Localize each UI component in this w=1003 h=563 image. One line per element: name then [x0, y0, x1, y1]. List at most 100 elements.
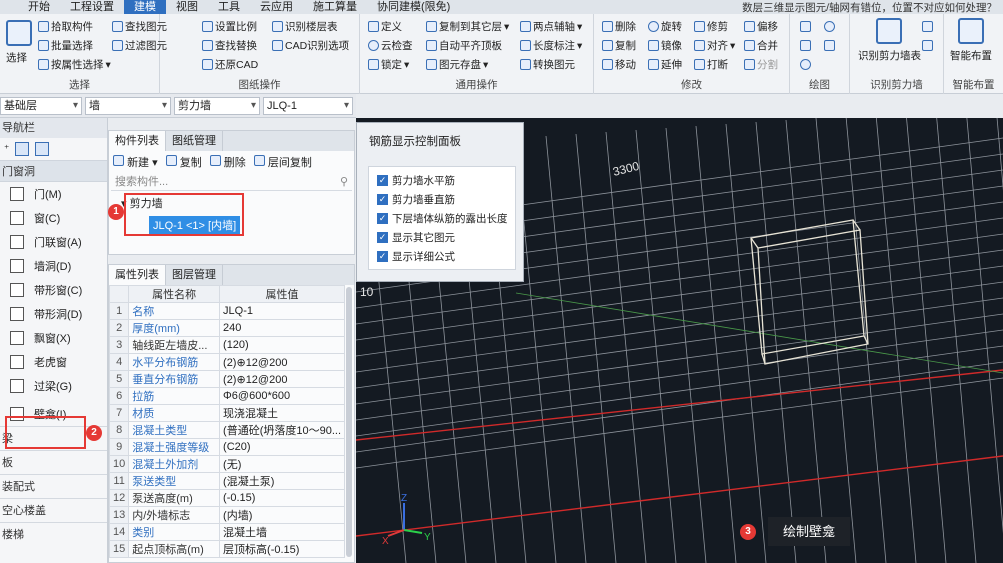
- property-value[interactable]: Φ6@600*600: [219, 387, 345, 405]
- nav-pin-icon[interactable]: ⁺: [4, 144, 9, 155]
- mirror-button[interactable]: 镜像: [648, 38, 682, 53]
- property-row[interactable]: 15 起点顶标高(m) 层顶标高(-0.15): [108, 540, 345, 558]
- recognize-floor-table-button[interactable]: 识别楼层表: [272, 19, 338, 34]
- nav-item-window[interactable]: 窗(C): [0, 206, 107, 230]
- property-row[interactable]: 9 混凝土强度等级 (C20): [108, 438, 345, 456]
- recognize-extra-2-button[interactable]: [922, 38, 933, 53]
- menu-project-settings[interactable]: 工程设置: [60, 0, 124, 14]
- property-value[interactable]: (混凝土泵): [219, 472, 345, 490]
- property-row[interactable]: 10 混凝土外加剂 (无): [108, 455, 345, 473]
- component-search-input[interactable]: 搜索构件... ⚲: [111, 173, 352, 191]
- tab-drawing-management[interactable]: 图纸管理: [166, 131, 223, 151]
- layer-copy-button[interactable]: 层间复制: [253, 154, 312, 170]
- recognize-extra-1-button[interactable]: [922, 19, 933, 34]
- option-show-formula[interactable]: ✓ 显示详细公式: [369, 247, 515, 266]
- subtype-select[interactable]: 剪力墙: [174, 96, 260, 115]
- nav-item-strip-window[interactable]: 带形窗(C): [0, 278, 107, 302]
- checkbox-checked-icon[interactable]: ✓: [377, 232, 388, 243]
- property-value[interactable]: 混凝土墙: [219, 523, 345, 541]
- property-value[interactable]: 层顶标高(-0.15): [219, 540, 345, 558]
- property-value[interactable]: (2)⊕12@200: [219, 353, 345, 371]
- polyline-tool-button[interactable]: [800, 38, 811, 53]
- arc-tool-button[interactable]: [800, 57, 811, 72]
- cloud-check-button[interactable]: 云检查: [368, 38, 413, 53]
- floor-select[interactable]: 基础层: [0, 96, 82, 115]
- checkbox-checked-icon[interactable]: ✓: [377, 194, 388, 205]
- property-value[interactable]: (-0.15): [219, 489, 345, 507]
- option-wall-horizontal[interactable]: ✓ 剪力墙水平筋: [369, 171, 515, 190]
- menu-view[interactable]: 视图: [166, 0, 208, 14]
- tab-layer-management[interactable]: 图层管理: [166, 265, 223, 285]
- find-element-button[interactable]: 查找图元: [112, 19, 167, 34]
- pick-component-button[interactable]: 拾取构件: [38, 19, 93, 34]
- menu-modeling[interactable]: 建模: [124, 0, 166, 14]
- select-button[interactable]: 选择: [6, 50, 27, 65]
- align-button[interactable]: 对齐 ▾: [694, 38, 735, 53]
- menu-construction[interactable]: 施工算量: [303, 0, 367, 14]
- copy-to-layer-button[interactable]: 复制到其它层 ▾: [426, 19, 509, 34]
- break-button[interactable]: 打断: [694, 57, 728, 72]
- property-row[interactable]: 6 拉筋 Φ6@600*600: [108, 387, 345, 405]
- menu-start[interactable]: 开始: [0, 0, 60, 14]
- property-row[interactable]: 2 厚度(mm) 240: [108, 319, 345, 337]
- option-lower-wall-exposure[interactable]: ✓ 下层墙体纵筋的露出长度: [369, 209, 515, 228]
- nav-item-lintel[interactable]: 过梁(G): [0, 374, 107, 398]
- extend-button[interactable]: 延伸: [648, 57, 682, 72]
- option-show-other[interactable]: ✓ 显示其它图元: [369, 228, 515, 247]
- filter-element-button[interactable]: 过滤图元: [112, 38, 167, 53]
- property-row[interactable]: 8 混凝土类型 (普通砼(坍落度10～90...: [108, 421, 345, 439]
- two-point-axis-button[interactable]: 两点辅轴 ▾: [520, 19, 582, 34]
- set-scale-button[interactable]: 设置比例: [202, 19, 257, 34]
- property-value[interactable]: 240: [219, 319, 345, 337]
- offset-button[interactable]: 偏移: [744, 19, 778, 34]
- delete-component-button[interactable]: 删除: [209, 154, 246, 170]
- checkbox-checked-icon[interactable]: ✓: [377, 251, 388, 262]
- component-select[interactable]: JLQ-1: [263, 96, 353, 115]
- nav-item-dormer[interactable]: 老虎窗: [0, 350, 107, 374]
- type-select[interactable]: 墙: [85, 96, 171, 115]
- search-icon[interactable]: ⚲: [340, 173, 348, 191]
- smart-layout-button[interactable]: 智能布置: [950, 48, 992, 63]
- restore-cad-button[interactable]: 还原CAD: [202, 57, 258, 72]
- property-scrollbar[interactable]: [346, 287, 352, 557]
- property-row[interactable]: 7 材质 现浇混凝土: [108, 404, 345, 422]
- point-tool-button[interactable]: [824, 19, 835, 34]
- property-row[interactable]: 13 内/外墙标志 (内墙): [108, 506, 345, 524]
- lock-button[interactable]: 锁定 ▾: [368, 57, 409, 72]
- property-value[interactable]: (内墙): [219, 506, 345, 524]
- nav-item-door-window[interactable]: 门联窗(A): [0, 230, 107, 254]
- property-value[interactable]: 现浇混凝土: [219, 404, 345, 422]
- nav-category-openings[interactable]: 门窗洞: [0, 160, 107, 182]
- option-wall-vertical[interactable]: ✓ 剪力墙垂直筋: [369, 190, 515, 209]
- tab-component-list[interactable]: 构件列表: [109, 131, 166, 151]
- move-button[interactable]: 移动: [602, 57, 636, 72]
- convert-element-button[interactable]: 转换图元: [520, 57, 575, 72]
- nav-section-stairs[interactable]: 楼梯: [0, 522, 107, 546]
- menu-collab[interactable]: 协同建模(限免): [367, 0, 460, 14]
- property-value[interactable]: (普通砼(坍落度10～90...: [219, 421, 345, 439]
- split-button[interactable]: 分割: [744, 57, 778, 72]
- length-dim-button[interactable]: 长度标注 ▾: [520, 38, 582, 53]
- menu-tools[interactable]: 工具: [208, 0, 250, 14]
- checkbox-checked-icon[interactable]: ✓: [377, 175, 388, 186]
- copy-button[interactable]: 复制: [602, 38, 636, 53]
- tab-property-list[interactable]: 属性列表: [109, 265, 166, 285]
- nav-section-slab[interactable]: 板: [0, 450, 107, 474]
- property-value[interactable]: JLQ-1: [219, 302, 345, 320]
- help-hint[interactable]: 数层三维显示图元/轴网有错位，位置不对应如何处理？: [742, 0, 1003, 15]
- rotate-button[interactable]: 旋转: [648, 19, 682, 34]
- auto-align-top-button[interactable]: 自动平齐顶板: [426, 38, 502, 53]
- property-row[interactable]: 11 泵送类型 (混凝土泵): [108, 472, 345, 490]
- nav-section-prefab[interactable]: 装配式: [0, 474, 107, 498]
- copy-component-button[interactable]: 复制: [165, 154, 202, 170]
- recognize-wall-table-button[interactable]: 识别剪力墙表: [858, 48, 921, 63]
- rect-tool-button[interactable]: [824, 38, 835, 53]
- property-value[interactable]: (C20): [219, 438, 345, 456]
- menu-cloud[interactable]: 云应用: [250, 0, 303, 14]
- batch-select-button[interactable]: 批量选择: [38, 38, 93, 53]
- merge-button[interactable]: 合并: [744, 38, 778, 53]
- nav-section-hollow-floor[interactable]: 空心楼盖: [0, 498, 107, 522]
- property-row[interactable]: 5 垂直分布钢筋 (2)⊕12@200: [108, 370, 345, 388]
- property-row[interactable]: 3 轴线距左墙皮... (120): [108, 336, 345, 354]
- delete-button[interactable]: 删除: [602, 19, 636, 34]
